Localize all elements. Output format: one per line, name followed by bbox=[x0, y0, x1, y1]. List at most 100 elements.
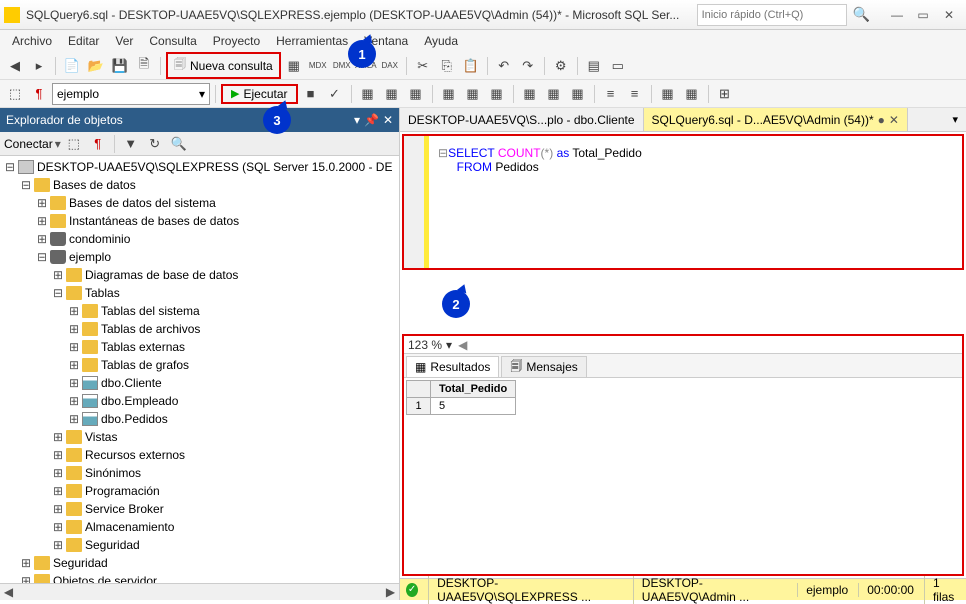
tab-cliente[interactable]: DESKTOP-UAAE5VQ\S...plo - dbo.Cliente bbox=[400, 108, 644, 131]
synonyms-node[interactable]: Sinónimos bbox=[85, 466, 141, 480]
menu-consulta[interactable]: Consulta bbox=[141, 32, 204, 50]
zoom-bar[interactable]: 123 % ▾ ◀ bbox=[404, 336, 962, 354]
tab-sqlquery6[interactable]: SQLQuery6.sql - D...AE5VQ\Admin (54))* ●… bbox=[644, 108, 908, 131]
row-number[interactable]: 1 bbox=[407, 398, 431, 415]
cell-value[interactable]: 5 bbox=[431, 398, 516, 415]
menu-editar[interactable]: Editar bbox=[60, 32, 107, 50]
storage-node[interactable]: Almacenamiento bbox=[85, 520, 174, 534]
undo-button[interactable]: ↶ bbox=[493, 55, 515, 77]
sysdb-node[interactable]: Bases de datos del sistema bbox=[69, 196, 216, 210]
menu-proyecto[interactable]: Proyecto bbox=[205, 32, 268, 50]
serverobjects-node[interactable]: Objetos de servidor bbox=[53, 574, 157, 583]
results-grid-button[interactable]: ▦ bbox=[543, 83, 565, 105]
dax-button[interactable]: DAX bbox=[379, 55, 401, 77]
close-button[interactable]: ✕ bbox=[936, 4, 962, 26]
table-cliente-node[interactable]: dbo.Cliente bbox=[101, 376, 162, 390]
table-empleado-node[interactable]: dbo.Empleado bbox=[101, 394, 178, 408]
views-node[interactable]: Vistas bbox=[85, 430, 117, 444]
xquery-button[interactable]: ▦ bbox=[283, 55, 305, 77]
dropdown-icon[interactable]: ▾ bbox=[354, 113, 360, 127]
column-header[interactable]: Total_Pedido bbox=[431, 381, 516, 398]
new-query-button[interactable]: 🗐 Nueva consulta bbox=[166, 52, 281, 79]
servicebroker-node[interactable]: Service Broker bbox=[85, 502, 164, 516]
pin-icon[interactable]: 📌 bbox=[364, 113, 379, 127]
redo-button[interactable]: ↷ bbox=[517, 55, 539, 77]
include-plan-button[interactable]: ▦ bbox=[438, 83, 460, 105]
results-text-button[interactable]: ▦ bbox=[519, 83, 541, 105]
quick-launch-input[interactable] bbox=[697, 4, 847, 26]
outdent-button[interactable]: ▦ bbox=[681, 83, 703, 105]
search-icon[interactable]: 🔍 bbox=[847, 6, 876, 23]
open-button[interactable]: 📂 bbox=[85, 55, 107, 77]
registered-button[interactable]: ▤ bbox=[583, 55, 605, 77]
scroll-left-icon[interactable]: ◀ bbox=[458, 338, 467, 352]
table-pedidos-node[interactable]: dbo.Pedidos bbox=[101, 412, 168, 426]
tables-node[interactable]: Tablas bbox=[85, 286, 120, 300]
forward-button[interactable]: ▸ bbox=[28, 55, 50, 77]
results-tab[interactable]: ▦ Resultados bbox=[406, 356, 499, 377]
menu-archivo[interactable]: Archivo bbox=[4, 32, 60, 50]
include-clientstats-button[interactable]: ▦ bbox=[486, 83, 508, 105]
filter-button[interactable]: ▼ bbox=[120, 133, 142, 155]
comment-button[interactable]: ▭ bbox=[607, 55, 629, 77]
stop-button[interactable]: ■ bbox=[300, 83, 322, 105]
comment-out-button[interactable]: ≡ bbox=[600, 83, 622, 105]
parse-button[interactable]: ✓ bbox=[324, 83, 346, 105]
diagrams-node[interactable]: Diagramas de base de datos bbox=[85, 268, 238, 282]
save-all-button[interactable]: 🗎 bbox=[133, 55, 155, 77]
explorer-scrollbar[interactable]: ◀ ▶ bbox=[0, 583, 399, 600]
close-tab-icon[interactable]: ✕ bbox=[889, 113, 899, 127]
scroll-right-icon[interactable]: ▶ bbox=[382, 585, 399, 599]
menu-ver[interactable]: Ver bbox=[107, 32, 141, 50]
stop-explorer-button[interactable]: ¶ bbox=[87, 133, 109, 155]
security-node[interactable]: Seguridad bbox=[85, 538, 140, 552]
disconnect-button[interactable]: ⬚ bbox=[63, 133, 85, 155]
extres-node[interactable]: Recursos externos bbox=[85, 448, 185, 462]
change-connection-button[interactable]: ⬚ bbox=[4, 83, 26, 105]
available-db-button[interactable]: ¶ bbox=[28, 83, 50, 105]
security2-node[interactable]: Seguridad bbox=[53, 556, 108, 570]
sql-editor[interactable]: ⊟SELECT COUNT(*) as Total_Pedido FROM Pe… bbox=[404, 136, 962, 268]
database-combo[interactable]: ejemplo ▾ bbox=[52, 83, 210, 105]
minimize-button[interactable]: — bbox=[884, 4, 910, 26]
paste-button[interactable]: 📋 bbox=[460, 55, 482, 77]
server-node[interactable]: DESKTOP-UAAE5VQ\SQLEXPRESS (SQL Server 1… bbox=[37, 160, 392, 174]
results-grid[interactable]: Total_Pedido 15 bbox=[404, 378, 962, 417]
include-stats-button[interactable]: ▦ bbox=[462, 83, 484, 105]
new-project-button[interactable]: 📄 bbox=[61, 55, 83, 77]
object-tree[interactable]: ⊟DESKTOP-UAAE5VQ\SQLEXPRESS (SQL Server … bbox=[0, 156, 399, 583]
messages-tab[interactable]: 🗐 Mensajes bbox=[501, 356, 586, 377]
snapshots-node[interactable]: Instantáneas de bases de datos bbox=[69, 214, 239, 228]
cut-button[interactable]: ✂ bbox=[412, 55, 434, 77]
search-tree-button[interactable]: 🔍 bbox=[168, 133, 190, 155]
save-button[interactable]: 💾 bbox=[109, 55, 131, 77]
properties-button[interactable]: ⚙ bbox=[550, 55, 572, 77]
db-condominio-node[interactable]: condominio bbox=[69, 232, 130, 246]
specify-values-button[interactable]: ⊞ bbox=[714, 83, 736, 105]
results-file-button[interactable]: ▦ bbox=[567, 83, 589, 105]
scroll-left-icon[interactable]: ◀ bbox=[0, 585, 17, 599]
indent-button[interactable]: ▦ bbox=[657, 83, 679, 105]
databases-node[interactable]: Bases de datos bbox=[53, 178, 136, 192]
maximize-button[interactable]: ▭ bbox=[910, 4, 936, 26]
mdx-button[interactable]: MDX bbox=[307, 55, 329, 77]
graphtables-node[interactable]: Tablas de grafos bbox=[101, 358, 189, 372]
db-ejemplo-node[interactable]: ejemplo bbox=[69, 250, 111, 264]
display-plan-button[interactable]: ▦ bbox=[357, 83, 379, 105]
systables-node[interactable]: Tablas del sistema bbox=[101, 304, 200, 318]
connect-button[interactable]: Conectar bbox=[4, 137, 53, 151]
programming-node[interactable]: Programación bbox=[85, 484, 160, 498]
back-button[interactable]: ◀ bbox=[4, 55, 26, 77]
refresh-icon[interactable]: ↻ bbox=[144, 133, 166, 155]
filetables-node[interactable]: Tablas de archivos bbox=[101, 322, 200, 336]
exttables-node[interactable]: Tablas externas bbox=[101, 340, 185, 354]
collapse-icon[interactable]: ⊟ bbox=[438, 146, 448, 160]
query-options-button[interactable]: ▦ bbox=[381, 83, 403, 105]
menu-herramientas[interactable]: Herramientas bbox=[268, 32, 356, 50]
menu-ayuda[interactable]: Ayuda bbox=[416, 32, 466, 50]
chevron-down-icon[interactable]: ▾ bbox=[446, 338, 452, 352]
uncomment-button[interactable]: ≡ bbox=[624, 83, 646, 105]
tab-overflow[interactable]: ▾ bbox=[944, 108, 966, 131]
copy-button[interactable]: ⎘ bbox=[436, 55, 458, 77]
intellisense-button[interactable]: ▦ bbox=[405, 83, 427, 105]
